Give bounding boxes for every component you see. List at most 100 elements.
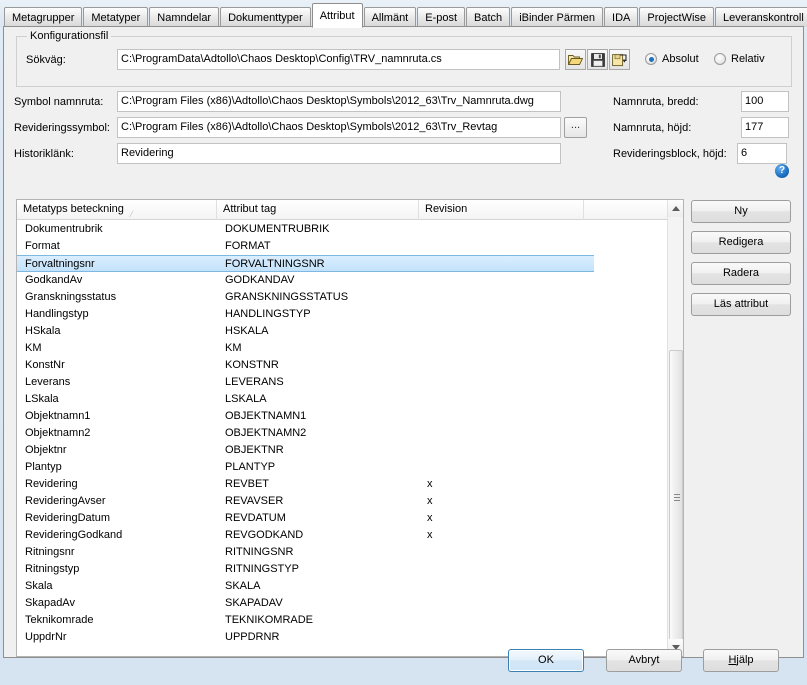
cell-attribut-tag: KONSTNR <box>225 359 279 371</box>
column-header-revision[interactable]: Revision <box>419 200 584 220</box>
radio-relativ[interactable]: Relativ <box>714 53 765 65</box>
cell-attribut-tag: KM <box>225 342 242 354</box>
redigera-button[interactable]: Redigera <box>691 231 791 254</box>
las-attribut-button[interactable]: Läs attribut <box>691 293 791 316</box>
tab-label: E-post <box>425 12 458 24</box>
tab-label: Namndelar <box>157 12 212 24</box>
cell-attribut-tag: FORVALTNINGSNR <box>225 258 325 270</box>
attribut-tab-panel: Konfigurationsfil Sökväg: C:\ProgramData… <box>3 26 804 658</box>
help-icon[interactable]: ? <box>775 164 789 178</box>
table-row[interactable]: Objektnamn2 OBJEKTNAMN2 <box>17 425 683 442</box>
cell-attribut-tag: REVAVSER <box>225 495 284 507</box>
revideringssymbol-input[interactable]: C:\Program Files (x86)\Adtollo\Chaos Des… <box>117 117 561 138</box>
tab-metagrupper[interactable]: Metagrupper <box>4 7 83 27</box>
settings-dialog: Metagrupper Metatyper Namndelar Dokument… <box>0 0 807 685</box>
cell-metatyps-beteckning: Plantyp <box>25 461 62 473</box>
hjalp-label-rest: jälp <box>736 654 754 666</box>
table-row[interactable]: Forvaltningsnr FORVALTNINGSNR <box>17 255 594 272</box>
tab-namndelar[interactable]: Namndelar <box>149 7 220 27</box>
table-row[interactable]: KonstNr KONSTNR <box>17 357 683 374</box>
revideringssymbol-browse-button[interactable]: ... <box>564 117 587 138</box>
cell-attribut-tag: PLANTYP <box>225 461 276 473</box>
cell-attribut-tag: LEVERANS <box>225 376 284 388</box>
tab-bar: Metagrupper Metatyper Namndelar Dokument… <box>0 0 807 28</box>
table-row[interactable]: Objektnamn1 OBJEKTNAMN1 <box>17 408 683 425</box>
cell-attribut-tag: SKALA <box>225 580 261 592</box>
table-row[interactable]: Skala SKALA <box>17 578 683 595</box>
table-row[interactable]: Plantyp PLANTYP <box>17 459 683 476</box>
radera-button[interactable]: Radera <box>691 262 791 285</box>
radio-absolut-label: Absolut <box>662 53 699 65</box>
table-row[interactable]: Ritningstyp RITNINGSTYP <box>17 561 683 578</box>
list-body: Dokumentrubrik DOKUMENTRUBRIK Format FORMAT… <box>17 221 683 656</box>
table-row[interactable]: HSkala HSKALA <box>17 323 683 340</box>
tab-metatyper[interactable]: Metatyper <box>83 7 149 27</box>
cell-attribut-tag: GODKANDAV <box>225 274 295 286</box>
table-row[interactable]: Ritningsnr RITNINGSNR <box>17 544 683 561</box>
list-vertical-scrollbar[interactable] <box>667 200 683 656</box>
attribut-list: Metatyps beteckning ⁄ Attribut tag Revis… <box>16 199 684 657</box>
tab-projectwise[interactable]: ProjectWise <box>639 7 715 27</box>
ny-button[interactable]: Ny <box>691 200 791 223</box>
column-header-label: Revision <box>425 203 468 215</box>
avbryt-button[interactable]: Avbryt <box>606 649 682 672</box>
sokvag-input[interactable]: C:\ProgramData\Adtollo\Chaos Desktop\Con… <box>117 49 560 70</box>
tab-attribut[interactable]: Attribut <box>311 3 363 28</box>
ok-button[interactable]: OK <box>508 649 584 672</box>
revideringssymbol-label: Revideringssymbol: <box>14 122 110 134</box>
column-header-label: Attribut tag <box>223 203 277 215</box>
tab-label: IDA <box>612 12 631 24</box>
table-row[interactable]: Granskningsstatus GRANSKNINGSSTATUS <box>17 289 683 306</box>
revideringsblock-hojd-input[interactable]: 6 <box>737 143 787 164</box>
table-row[interactable]: Format FORMAT <box>17 238 683 255</box>
column-header-label: Metatyps beteckning <box>23 203 124 215</box>
table-row[interactable]: Leverans LEVERANS <box>17 374 683 391</box>
scrollbar-thumb[interactable] <box>669 350 683 646</box>
table-row[interactable]: RevideringGodkand REVGODKAND x <box>17 527 683 544</box>
table-row[interactable]: RevideringDatum REVDATUM x <box>17 510 683 527</box>
table-row[interactable]: UppdrNr UPPDRNR <box>17 629 683 646</box>
cell-attribut-tag: SKAPADAV <box>225 597 283 609</box>
open-folder-button[interactable] <box>565 49 586 70</box>
tab-label: Leveranskontroll <box>723 12 804 24</box>
tab-leveranskontroll[interactable]: Leveranskontroll <box>715 7 807 27</box>
tab-label: Batch <box>474 12 503 24</box>
column-header-attribut-tag[interactable]: Attribut tag <box>217 200 419 220</box>
save-icon <box>590 52 605 67</box>
radio-absolut[interactable]: Absolut <box>645 53 699 65</box>
namnruta-hojd-input[interactable]: 177 <box>741 117 789 138</box>
table-row[interactable]: Handlingstyp HANDLINGSTYP <box>17 306 683 323</box>
chevron-up-icon <box>672 206 680 211</box>
tab-dokumenttyper[interactable]: Dokumenttyper <box>220 7 311 27</box>
table-row[interactable]: RevideringAvser REVAVSER x <box>17 493 683 510</box>
tab-ida[interactable]: IDA <box>604 7 639 27</box>
scroll-up-button[interactable] <box>668 200 683 217</box>
table-row[interactable]: Revidering REVBET x <box>17 476 683 493</box>
namnruta-bredd-input[interactable]: 100 <box>741 91 789 112</box>
table-row[interactable]: Objektnr OBJEKTNR <box>17 442 683 459</box>
table-row[interactable]: SkapadAv SKAPADAV <box>17 595 683 612</box>
cell-attribut-tag: DOKUMENTRUBRIK <box>225 223 330 235</box>
tab-ibinder-parmen[interactable]: iBinder Pärmen <box>511 7 604 27</box>
tab-epost[interactable]: E-post <box>417 7 466 27</box>
cell-revision: x <box>427 495 433 507</box>
namnruta-bredd-label: Namnruta, bredd: <box>613 96 699 108</box>
cell-metatyps-beteckning: UppdrNr <box>25 631 67 643</box>
table-row[interactable]: GodkandAv GODKANDAV <box>17 272 683 289</box>
save-as-button[interactable] <box>609 49 630 70</box>
symbol-namnruta-input[interactable]: C:\Program Files (x86)\Adtollo\Chaos Des… <box>117 91 561 112</box>
cell-metatyps-beteckning: Format <box>25 240 60 252</box>
column-header-blank[interactable] <box>584 200 669 220</box>
historiklank-input[interactable]: Revidering <box>117 143 561 164</box>
tab-allmant[interactable]: Allmänt <box>363 7 417 27</box>
table-row[interactable]: Dokumentrubrik DOKUMENTRUBRIK <box>17 221 683 238</box>
save-button[interactable] <box>587 49 608 70</box>
hjalp-button[interactable]: Hjälp <box>703 649 779 672</box>
table-row[interactable]: Teknikomrade TEKNIKOMRADE <box>17 612 683 629</box>
tab-batch[interactable]: Batch <box>466 7 511 27</box>
column-header-metatyps-beteckning[interactable]: Metatyps beteckning ⁄ <box>17 200 217 220</box>
cell-revision: x <box>427 529 433 541</box>
historiklank-label: Historiklänk: <box>14 148 74 160</box>
table-row[interactable]: KM KM <box>17 340 683 357</box>
table-row[interactable]: LSkala LSKALA <box>17 391 683 408</box>
